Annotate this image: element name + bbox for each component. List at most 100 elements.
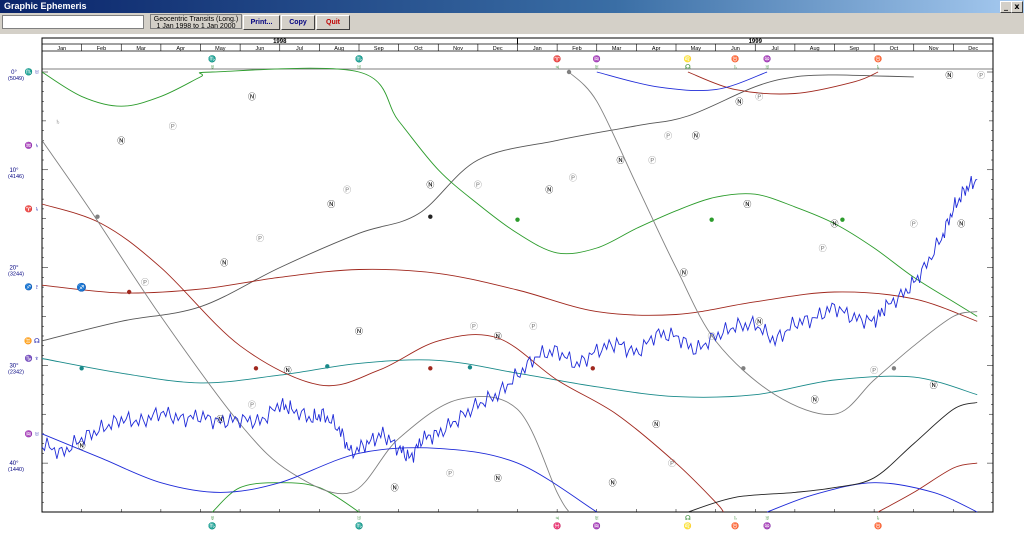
planet-glyph-bottom: ♅	[210, 515, 215, 522]
aspect-marker: Ⓝ	[391, 484, 399, 493]
aspect-marker: Ⓟ	[169, 122, 177, 131]
aspect-marker: Ⓝ	[78, 442, 86, 451]
planet-glyph-bottom: ♄	[733, 515, 738, 522]
month-label: Nov	[929, 46, 939, 52]
chart-subtitle: Geocentric Transits (Long.) 1 Jan 1998 t…	[150, 14, 242, 30]
aspect-marker: Ⓟ	[141, 278, 149, 287]
planet-glyph-top: ♄	[876, 64, 881, 71]
planet-glyph-top: ☊	[685, 63, 691, 71]
planet-glyph-left: ♐ ♇	[25, 283, 40, 291]
aspect-dot	[428, 366, 433, 371]
sign-glyph-bottom: ♌	[684, 522, 692, 530]
aspect-marker: Ⓝ	[426, 180, 434, 189]
month-label: Mar	[612, 46, 622, 52]
planet-glyph-top: ♅	[357, 64, 362, 71]
month-label: Aug	[810, 46, 820, 52]
aspect-marker: Ⓟ	[470, 322, 478, 331]
aspect-marker: Ⓝ	[957, 220, 965, 229]
planet-glyph-bottom: ♃	[555, 515, 560, 522]
aspect-marker: Ⓝ	[494, 474, 502, 483]
aspect-dot	[126, 289, 132, 295]
sign-glyph-bottom: ♏	[208, 522, 216, 530]
aspect-marker: Ⓟ	[708, 332, 716, 341]
aspect-dot	[95, 214, 100, 219]
aspect-marker: Ⓝ	[617, 156, 625, 165]
aspect-marker: Ⓟ	[529, 322, 537, 331]
planet-glyph-bottom: ☊	[685, 514, 691, 522]
month-label: Aug	[334, 46, 344, 52]
aspect-dot	[515, 217, 520, 222]
quit-button[interactable]: Quit	[316, 15, 350, 30]
info-field[interactable]	[2, 15, 144, 29]
planet-glyph-top: ♅	[765, 64, 770, 71]
y-tick-price: (4146)	[8, 174, 24, 180]
aspect-marker: Ⓟ	[256, 234, 264, 243]
planet-glyph-top: ♅	[594, 64, 599, 71]
y-tick-price: (5049)	[8, 76, 24, 82]
sign-glyph-bottom: ♓	[553, 522, 561, 530]
month-label: Oct	[890, 46, 899, 52]
sign-glyph-top: ♌	[684, 55, 692, 63]
sign-glyph-bottom: ♉	[731, 522, 739, 530]
aspect-marker: Ⓟ	[664, 132, 672, 141]
y-tick-price: (3244)	[8, 272, 24, 278]
toolbar: Geocentric Transits (Long.) 1 Jan 1998 t…	[0, 13, 1024, 31]
planet-glyph-left: ♊ ☊	[24, 337, 40, 345]
aspect-marker: Ⓝ	[680, 268, 688, 277]
aspect-marker: Ⓝ	[811, 396, 819, 405]
y-tick-price: (1440)	[8, 467, 24, 473]
month-label: May	[691, 46, 702, 52]
aspect-marker: Ⓝ	[545, 185, 553, 194]
ephemeris-chart: 1998 1999Jan Feb Mar Apr May Jun Jul Aug Sep Oct No…	[0, 34, 1024, 536]
planet-glyph-top: ♄	[733, 64, 738, 71]
month-label: Jul	[296, 46, 303, 52]
planet-glyph-top: ♃	[555, 64, 560, 71]
aspect-marker: Ⓝ	[831, 220, 839, 229]
sign-glyph-top: ♉	[731, 55, 739, 63]
sign-glyph-top: ♉	[874, 55, 882, 63]
aspect-marker: Ⓝ	[609, 479, 617, 488]
sign-glyph-top: ♈	[553, 55, 561, 63]
sign-glyph-top: ♒	[593, 55, 601, 63]
aspect-dot	[891, 366, 897, 371]
planet-glyph-bottom: ♄	[876, 515, 881, 522]
aspect-marker: Ⓟ	[446, 469, 454, 478]
month-label: Feb	[572, 46, 581, 52]
aspect-marker: Ⓟ	[668, 459, 676, 468]
copy-button[interactable]: Copy	[281, 15, 315, 30]
aspect-marker: Ⓟ	[870, 366, 878, 375]
month-label: Oct	[414, 46, 423, 52]
subtitle-line-1: Geocentric Transits (Long.)	[153, 16, 239, 23]
planet-glyph-bottom: ♅	[357, 515, 362, 522]
aspect-marker: Ⓝ	[220, 259, 228, 268]
sign-glyph-bottom: ♒	[593, 522, 601, 530]
aspect-dot	[325, 364, 330, 369]
aspect-dot	[253, 366, 259, 371]
print-button[interactable]: Print...	[243, 15, 280, 30]
window-title: Graphic Ephemeris	[4, 1, 87, 11]
aspect-marker: Ⓟ	[648, 156, 656, 165]
aspect-marker: Ⓝ	[743, 200, 751, 209]
aspect-marker: Ⓝ	[945, 71, 953, 80]
y-tick-price: (2342)	[8, 369, 24, 375]
aspect-marker: Ⓝ	[692, 132, 700, 141]
month-label: Nov	[453, 46, 463, 52]
month-label: Dec	[968, 46, 978, 52]
aspect-marker: ♄	[55, 117, 61, 126]
aspect-marker: Ⓟ	[819, 244, 827, 253]
month-label: Jan	[533, 46, 542, 52]
aspect-dot	[741, 366, 746, 371]
aspect-marker: Ⓟ	[343, 185, 351, 194]
planet-glyph-left: ♑ ♆	[25, 354, 40, 362]
month-label: Jun	[256, 46, 265, 52]
planet-glyph-left: ♒ ♄	[25, 141, 40, 149]
planet-glyph-left: ♏ ♅	[25, 68, 40, 76]
aspect-marker: Ⓟ	[248, 400, 256, 409]
sign-glyph-bottom: ♒	[763, 522, 771, 530]
aspect-dot	[590, 366, 595, 371]
close-button[interactable]: x	[1011, 1, 1023, 13]
aspect-marker: Ⓝ	[284, 366, 292, 375]
month-label: May	[215, 46, 226, 52]
aspect-marker: Ⓟ	[569, 174, 577, 183]
title-bar: Graphic Ephemeris _ x	[0, 0, 1024, 13]
